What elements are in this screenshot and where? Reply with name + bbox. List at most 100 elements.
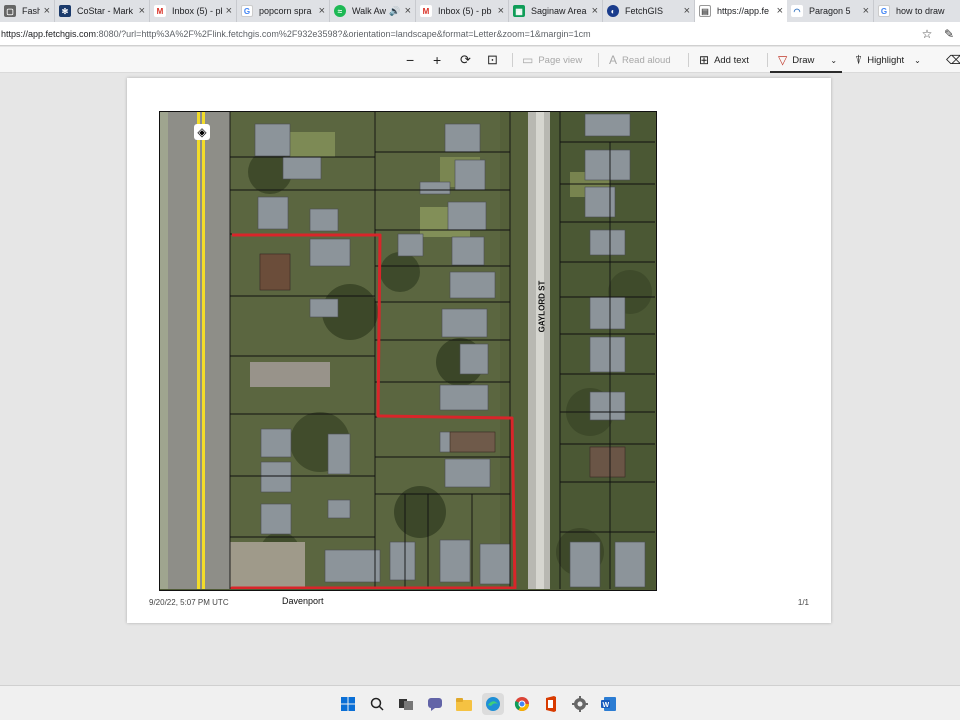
fetchgis-icon: ◐	[607, 5, 619, 17]
tab-title: CoStar - Mark	[77, 6, 134, 16]
drawn-outline	[230, 233, 517, 589]
windows-start-icon[interactable]	[337, 693, 359, 715]
chrome-icon[interactable]	[511, 693, 533, 715]
tab-2[interactable]: M Inbox (5) - pb ×	[150, 0, 237, 22]
toolbar-divider	[688, 53, 689, 67]
favorites-star-icon[interactable]: ☆	[916, 23, 938, 45]
street-label: GAYLORD ST	[537, 280, 547, 333]
tab-title: Inbox (5) - pb	[172, 6, 222, 16]
toolbar-divider	[598, 53, 599, 67]
draw-label: Draw	[792, 54, 815, 66]
read-aloud-button[interactable]: A Read aloud	[609, 47, 671, 73]
url-path: :8080/?url=http%3A%2F%2Flink.fetchgis.co…	[96, 28, 591, 39]
add-text-icon: ⊞	[699, 53, 710, 67]
zoom-in-button[interactable]: +	[433, 47, 441, 73]
spotify-icon: ≈	[334, 5, 346, 17]
tab-title: Paragon 5	[809, 6, 851, 16]
tab-10[interactable]: Ghow to draw	[874, 0, 960, 22]
close-icon[interactable]: ×	[44, 5, 50, 17]
page-view-label: Page view	[538, 54, 583, 66]
draw-pen-icon: ▽	[778, 53, 788, 67]
google-icon: G	[878, 5, 890, 17]
gmail-icon: M	[420, 5, 432, 17]
close-icon[interactable]: ×	[319, 5, 325, 17]
tab-title: how to draw	[896, 6, 945, 16]
highlighter-icon: ⍒	[855, 52, 863, 67]
teams-chat-icon[interactable]	[424, 693, 446, 715]
tab-6[interactable]: ▦ Saginaw Area ×	[509, 0, 603, 22]
url-host: https://app.fetchgis.com	[1, 28, 97, 39]
close-icon[interactable]: ×	[405, 5, 411, 17]
close-icon[interactable]: ×	[139, 5, 145, 17]
fit-page-button[interactable]: ⊡	[487, 47, 498, 73]
close-icon[interactable]: ×	[863, 5, 869, 17]
close-icon[interactable]: ×	[592, 5, 598, 17]
page-view-button[interactable]: ▭ Page view	[522, 47, 582, 73]
close-icon[interactable]: ×	[777, 5, 783, 17]
chevron-down-icon[interactable]: ⌄	[914, 56, 921, 65]
pdf-viewer: ◈ GAYLORD ST 9/20/22, 5:07 PM UTC Davenp…	[0, 73, 960, 685]
tab-title: popcorn spra	[259, 6, 312, 16]
search-icon[interactable]	[366, 693, 388, 715]
tab-title: Inbox (5) - pb	[438, 6, 492, 16]
aerial-map: ◈ GAYLORD ST	[159, 111, 657, 591]
tab-title: Fashion	[22, 6, 40, 16]
edge-icon[interactable]	[482, 693, 504, 715]
pdf-page: ◈ GAYLORD ST 9/20/22, 5:07 PM UTC Davenp…	[127, 78, 831, 623]
property-label: Davenport	[282, 596, 324, 606]
tab-1[interactable]: ✻ CoStar - Mark ×	[55, 0, 150, 22]
close-icon[interactable]: ×	[226, 5, 232, 17]
tab-9[interactable]: ◠ Paragon 5 ×	[787, 0, 874, 22]
speaker-icon[interactable]: 🔊	[389, 6, 400, 17]
file-explorer-icon[interactable]	[453, 693, 475, 715]
page-icon: ▤	[699, 5, 711, 17]
tab-title: https://app.fe	[717, 6, 770, 16]
tab-strip: ▢ Fashion × ✻ CoStar - Mark × M Inbox (5) - p…	[0, 0, 960, 22]
tab-7[interactable]: ◐ FetchGIS ×	[603, 0, 695, 22]
close-icon[interactable]: ×	[498, 5, 504, 17]
read-aloud-label: Read aloud	[622, 54, 671, 66]
add-text-button[interactable]: ⊞ Add text	[699, 47, 749, 73]
outline-path	[230, 233, 517, 589]
draw-button[interactable]: ▽ Draw ⌄	[778, 47, 837, 73]
taskbar: W	[0, 685, 960, 720]
settings-icon[interactable]	[569, 693, 591, 715]
zoom-out-button[interactable]: −	[406, 47, 414, 73]
page-number: 1/1	[797, 598, 809, 607]
extensions-icon[interactable]: ✎	[938, 23, 960, 45]
page-icon: ▢	[4, 5, 16, 17]
tab-4[interactable]: ≈ Walk Aw 🔊 ×	[330, 0, 416, 22]
tab-title: FetchGIS	[625, 6, 664, 16]
url-field[interactable]: https://app.fetchgis.com:8080/?url=http%…	[0, 29, 916, 39]
tab-0[interactable]: ▢ Fashion ×	[0, 0, 55, 22]
address-bar[interactable]: https://app.fetchgis.com:8080/?url=http%…	[0, 22, 960, 46]
page-view-icon: ▭	[522, 53, 534, 67]
svg-text:W: W	[603, 702, 610, 709]
task-view-icon[interactable]	[395, 693, 417, 715]
costar-icon: ✻	[59, 5, 71, 17]
rotate-button[interactable]: ⟳	[460, 47, 471, 73]
gmail-icon: M	[154, 5, 166, 17]
print-date: 9/20/22, 5:07 PM UTC	[149, 598, 229, 607]
close-icon[interactable]: ×	[684, 5, 690, 17]
tab-title: Saginaw Area	[531, 6, 587, 16]
tab-8-active[interactable]: ▤ https://app.fe ×	[695, 0, 787, 22]
toolbar-divider	[767, 53, 768, 67]
tab-3[interactable]: Gpopcorn spra ×	[237, 0, 330, 22]
tab-title: Walk Aw	[352, 6, 387, 16]
eraser-button[interactable]: ⌫	[946, 47, 960, 73]
north-arrow-icon: ◈	[194, 124, 210, 140]
paragon-icon: ◠	[791, 5, 803, 17]
tab-5[interactable]: M Inbox (5) - pb ×	[416, 0, 509, 22]
toolbar-divider	[512, 53, 513, 67]
office-icon[interactable]	[540, 693, 562, 715]
add-text-label: Add text	[714, 54, 749, 66]
word-icon[interactable]: W	[598, 693, 620, 715]
read-aloud-icon: A	[609, 53, 618, 67]
google-icon: G	[241, 5, 253, 17]
highlight-button[interactable]: ⍒ Highlight ⌄	[855, 47, 921, 73]
sheets-icon: ▦	[513, 5, 525, 17]
highlight-label: Highlight	[867, 54, 905, 66]
pdf-toolbar: − + ⟳ ⊡ ▭ Page view A Read aloud ⊞ Add text…	[0, 47, 960, 73]
chevron-down-icon[interactable]: ⌄	[830, 56, 837, 65]
